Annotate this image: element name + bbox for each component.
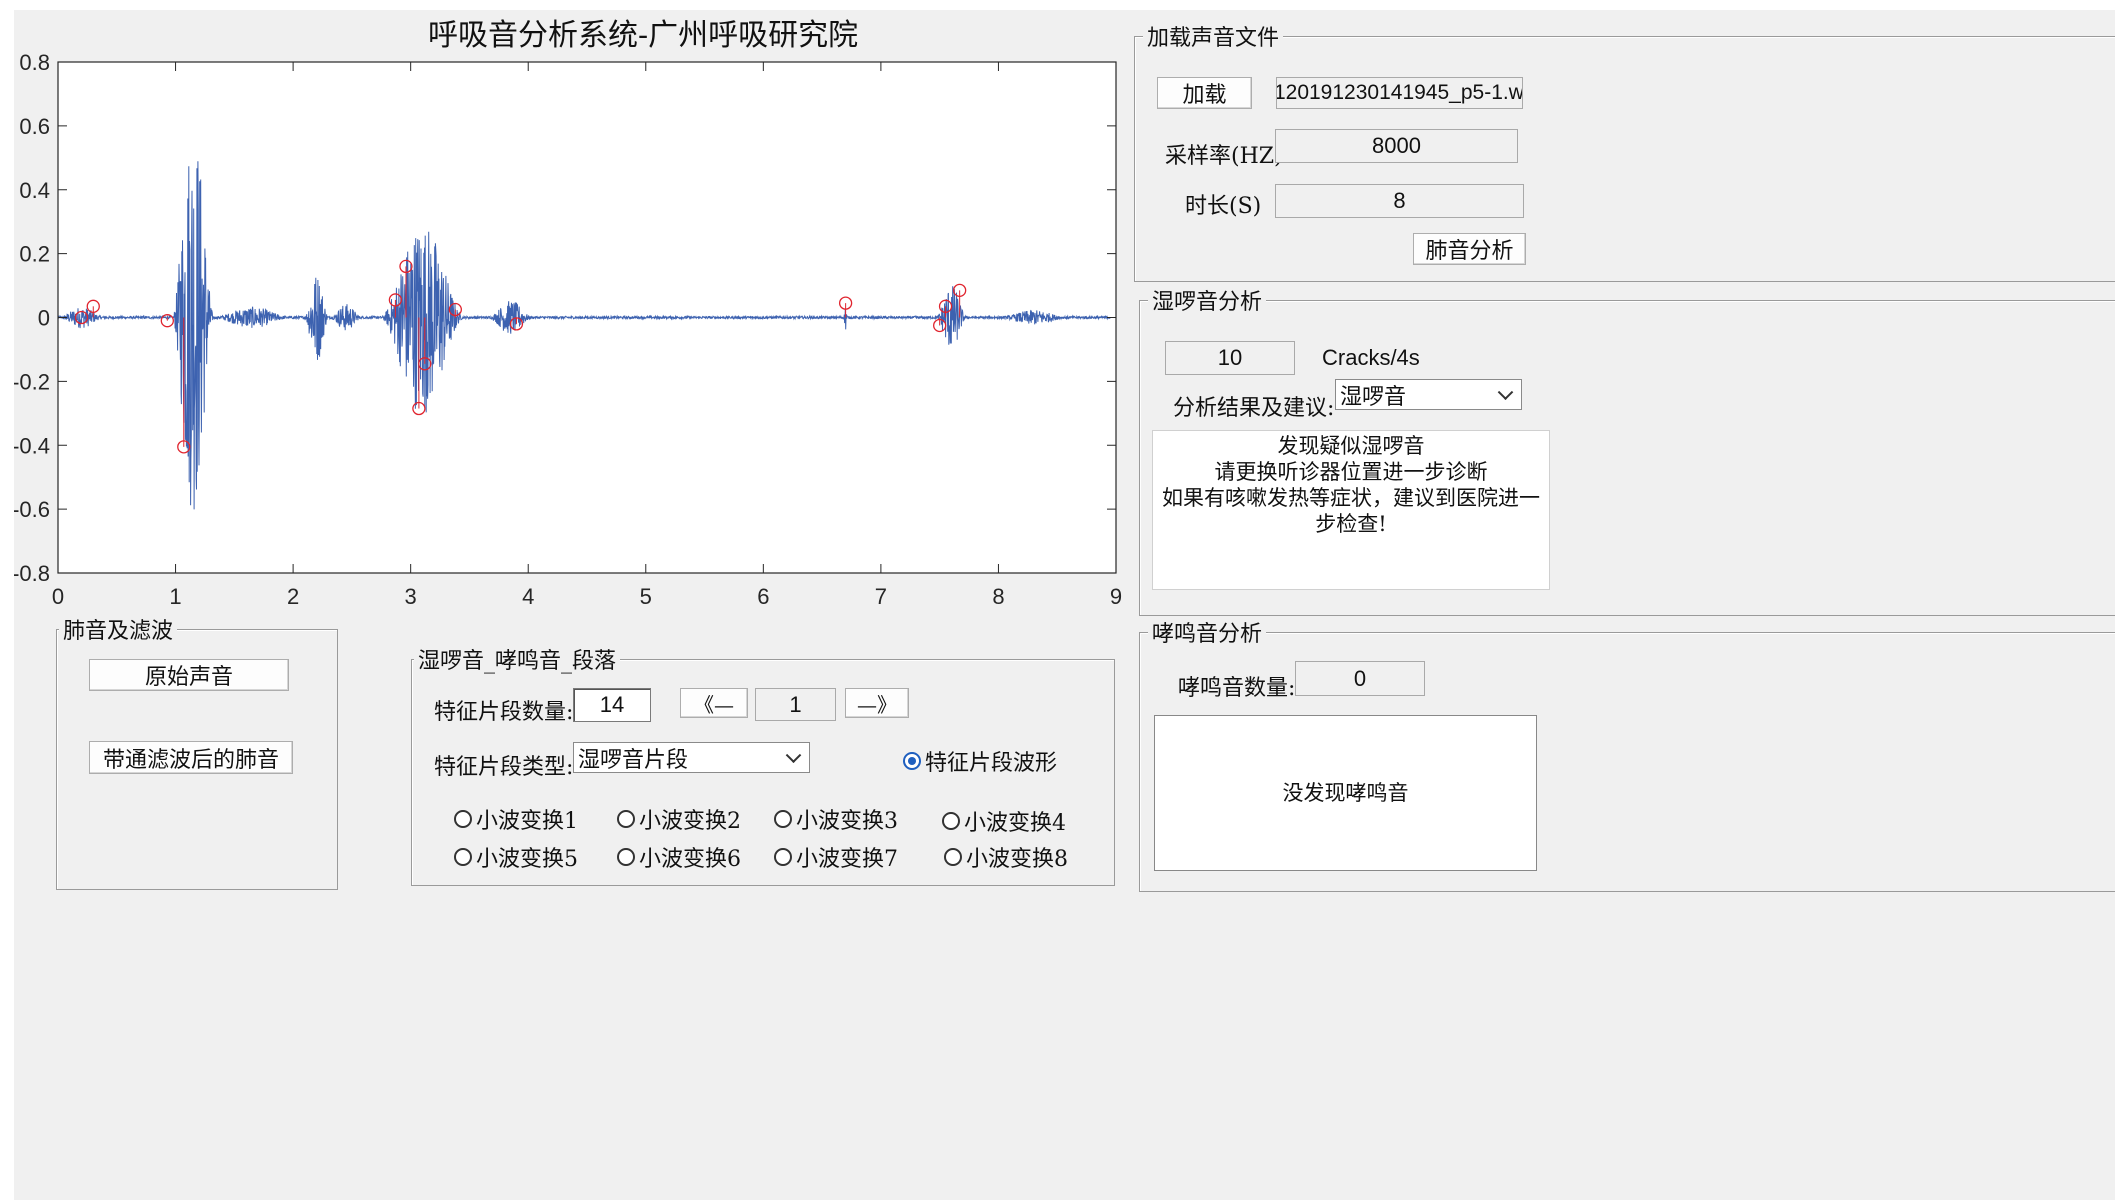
lung-filter-panel: 肺音及滤波 原始声音 带通滤波后的肺音 xyxy=(56,613,338,890)
y-tick-label: 0.6 xyxy=(19,114,50,139)
y-tick-label: 0 xyxy=(38,306,50,331)
advice-line-1: 发现疑似湿啰音 xyxy=(1277,434,1425,458)
x-tick-label: 5 xyxy=(640,584,652,609)
wavelet-label-6: 小波变换6 xyxy=(639,847,741,872)
advice-line-2: 请更换听诊器位置进一步诊断 xyxy=(1214,460,1488,484)
wavelet-radio-4[interactable]: 小波变换4 xyxy=(942,805,1066,837)
sample-rate-label: 采样率(HZ) xyxy=(1165,144,1283,169)
wavelet-radio-8[interactable]: 小波变换8 xyxy=(944,841,1068,873)
wavelet-radio-5[interactable]: 小波变换5 xyxy=(454,841,578,873)
x-tick-label: 3 xyxy=(405,584,417,609)
wheeze-analysis-panel: 哮鸣音分析 哮鸣音数量: 0 没发现哮鸣音 xyxy=(1139,616,2115,892)
app-window: 呼吸音分析系统-广州呼吸研究院 0 1 2 3 4 5 6 7 8 9 0.8 0.6 0.4 0.2 0-… xyxy=(14,10,2115,1200)
result-select-value: 湿啰音 xyxy=(1340,384,1407,410)
next-segment-button[interactable]: —》 xyxy=(845,688,909,718)
wavelet-radio-6[interactable]: 小波变换6 xyxy=(617,841,741,873)
radio-icon xyxy=(617,848,635,866)
result-select[interactable]: 湿啰音 xyxy=(1335,379,1522,410)
waveform-chart: 0 1 2 3 4 5 6 7 8 9 0.8 0.6 0.4 0.2 0 -0.2 -0.4 -0.6 -0.8 xyxy=(14,50,1122,609)
x-tick-label: 7 xyxy=(875,584,887,609)
load-file-panel: 加载声音文件 加载 A-120191230141945_p5-1.wav 采样率… xyxy=(1134,20,2115,282)
wavelet-label-4: 小波变换4 xyxy=(964,811,1066,836)
wavelet-radio-2[interactable]: 小波变换2 xyxy=(617,803,741,835)
y-tick-label: -0.4 xyxy=(14,433,50,458)
x-tick-label: 9 xyxy=(1110,584,1122,609)
radio-icon xyxy=(617,810,635,828)
wavelet-radio-3[interactable]: 小波变换3 xyxy=(774,803,898,835)
x-tick-label: 1 xyxy=(169,584,181,609)
y-tick-label: -0.8 xyxy=(14,561,50,586)
y-tick-label: 0.8 xyxy=(19,50,50,75)
crackle-panel-title: 湿啰音分析 xyxy=(1148,284,1267,316)
feature-count-label: 特征片段数量: xyxy=(434,700,574,725)
radio-icon xyxy=(942,812,960,830)
lung-analysis-button[interactable]: 肺音分析 xyxy=(1413,233,1526,265)
advice-text-box: 发现疑似湿啰音 请更换听诊器位置进一步诊断 如果有咳嗽发热等症状，建议到医院进一… xyxy=(1152,430,1550,590)
feature-count-field[interactable]: 14 xyxy=(573,688,651,722)
radio-icon xyxy=(944,848,962,866)
load-button[interactable]: 加载 xyxy=(1157,77,1252,109)
x-tick-label: 0 xyxy=(52,584,64,609)
feature-type-select[interactable]: 湿啰音片段 xyxy=(573,742,810,773)
original-sound-button[interactable]: 原始声音 xyxy=(89,659,289,691)
feature-type-value: 湿啰音片段 xyxy=(578,747,689,773)
y-tick-label: 0.2 xyxy=(19,242,50,267)
segment-panel-title: 湿啰音_哮鸣音_段落 xyxy=(414,643,621,675)
segment-index-field: 1 xyxy=(755,688,836,721)
chevron-down-icon xyxy=(785,746,802,763)
sample-rate-field: 8000 xyxy=(1275,129,1518,163)
wavelet-label-7: 小波变换7 xyxy=(796,847,898,872)
x-tick-label: 8 xyxy=(992,584,1004,609)
feature-type-label: 特征片段类型: xyxy=(434,755,574,780)
crackle-analysis-panel: 湿啰音分析 10 Cracks/4s 分析结果及建议: 湿啰音 发现疑似湿啰音 … xyxy=(1139,284,2115,616)
y-tick-label: -0.6 xyxy=(14,497,50,522)
segment-panel: 湿啰音_哮鸣音_段落 特征片段数量: 14 《— 1 —》 特征片段类型: 湿啰… xyxy=(411,643,1115,886)
wheeze-count-label: 哮鸣音数量: xyxy=(1178,676,1296,701)
radio-icon xyxy=(454,848,472,866)
radio-icon xyxy=(774,848,792,866)
x-tick-label: 2 xyxy=(287,584,299,609)
x-tick-label: 6 xyxy=(757,584,769,609)
x-tick-label: 4 xyxy=(522,584,534,609)
crackle-count-field: 10 xyxy=(1165,341,1295,375)
wavelet-label-5: 小波变换5 xyxy=(476,847,578,872)
wheeze-count-field: 0 xyxy=(1295,661,1425,696)
wavelet-label-2: 小波变换2 xyxy=(639,809,741,834)
wavelet-label-1: 小波变换1 xyxy=(476,809,578,834)
wavelet-label-3: 小波变换3 xyxy=(796,809,898,834)
duration-field: 8 xyxy=(1275,184,1524,218)
wheeze-panel-title: 哮鸣音分析 xyxy=(1148,616,1267,648)
wheeze-result-box: 没发现哮鸣音 xyxy=(1154,715,1537,871)
wavelet-label-8: 小波变换8 xyxy=(966,847,1068,872)
wavelet-radio-1[interactable]: 小波变换1 xyxy=(454,803,578,835)
waveform-radio-label: 特征片段波形 xyxy=(925,751,1058,776)
radio-selected-icon xyxy=(903,752,921,770)
bandpass-filtered-button[interactable]: 带通滤波后的肺音 xyxy=(89,741,293,774)
wheeze-result-text: 没发现哮鸣音 xyxy=(1282,781,1409,805)
result-label: 分析结果及建议: xyxy=(1173,396,1335,421)
prev-segment-button[interactable]: 《— xyxy=(680,688,748,718)
waveform-radio[interactable]: 特征片段波形 xyxy=(903,745,1057,777)
file-name-field: A-120191230141945_p5-1.wav xyxy=(1276,77,1523,109)
y-tick-label: -0.2 xyxy=(14,369,50,394)
crackle-unit-label: Cracks/4s xyxy=(1322,345,1420,370)
chevron-down-icon xyxy=(1497,383,1514,400)
radio-icon xyxy=(454,810,472,828)
load-panel-title: 加载声音文件 xyxy=(1143,20,1284,52)
filter-panel-title: 肺音及滤波 xyxy=(59,613,178,645)
duration-label: 时长(S) xyxy=(1185,194,1262,219)
y-tick-label: 0.4 xyxy=(19,178,50,203)
wavelet-radio-7[interactable]: 小波变换7 xyxy=(774,841,898,873)
advice-line-3: 如果有咳嗽发热等症状，建议到医院进一步检查! xyxy=(1162,486,1540,536)
radio-icon xyxy=(774,810,792,828)
